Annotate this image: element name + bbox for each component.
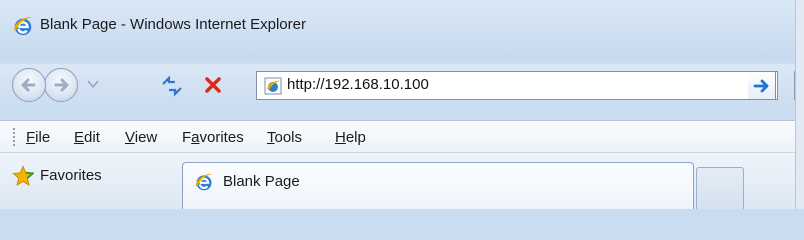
toolbar-grip[interactable] [13,128,15,146]
menu-file-accesskey: F [26,129,36,146]
menu-help-label: elp [345,129,366,146]
menu-tools[interactable]: Tools [267,129,302,146]
window-edge [795,0,804,209]
go-arrow-icon [753,79,769,93]
page-ie-icon [264,77,282,95]
address-bar[interactable]: http://192.168.10.100 [256,71,778,100]
menu-favorites-accesskey: a [191,129,200,146]
menu-file[interactable]: File [26,129,50,146]
forward-button[interactable] [44,68,78,102]
menu-view-label: iew [134,129,158,146]
menu-favorites-prefix: F [182,129,192,146]
tab-blank-page[interactable]: Blank Page [182,162,694,209]
menu-tools-label: ools [274,129,303,146]
ie-logo-icon [13,17,33,36]
ie-logo-icon [195,173,213,191]
menu-help-accesskey: H [335,129,346,146]
go-button[interactable] [748,71,776,100]
menu-help[interactable]: Help [335,129,366,146]
refresh-icon[interactable] [160,75,184,97]
stop-icon[interactable] [200,72,226,98]
navigation-bar: http://192.168.10.100 [0,64,804,108]
menu-edit-accesskey: E [74,129,85,146]
menu-edit-label: dit [84,129,100,146]
back-arrow-icon [21,78,36,92]
tab-label: Blank Page [223,173,300,190]
recent-pages-chevron-icon[interactable] [87,79,99,89]
star-icon [12,165,34,186]
forward-arrow-icon [54,78,69,92]
menu-favorites[interactable]: Favorites [182,129,244,146]
favorites-label: Favorites [40,167,102,184]
menu-bar: File Edit View Favorites Tools Help [0,120,804,153]
new-tab-button[interactable] [696,167,744,209]
window-title: Blank Page - Windows Internet Explorer [40,16,306,33]
menu-file-label: ile [35,129,51,146]
menu-edit[interactable]: Edit [74,129,100,146]
menu-favorites-label: vorites [199,129,244,146]
menu-tools-accesskey: T [267,129,275,146]
title-bar: Blank Page - Windows Internet Explorer [0,0,804,60]
tab-bar: Favorites Blank Page [0,153,804,209]
menu-view[interactable]: View [125,129,157,146]
address-input[interactable]: http://192.168.10.100 [287,76,429,93]
menu-view-accesskey: V [125,129,135,146]
back-button[interactable] [12,68,46,102]
